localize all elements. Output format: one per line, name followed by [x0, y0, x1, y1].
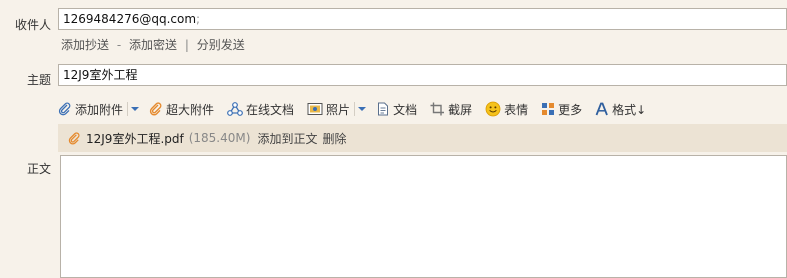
add-to-body-link[interactable]: 添加到正文 — [257, 130, 317, 147]
smiley-icon — [485, 101, 501, 117]
screenshot-button[interactable]: 截屏 — [430, 101, 472, 118]
recipient-address[interactable]: 1269484276@qq.com — [63, 12, 196, 26]
paperclip-orange-icon — [149, 102, 162, 116]
crop-icon — [430, 102, 445, 116]
attachment-dropdown-button[interactable] — [127, 102, 140, 116]
compose-toolbar: 添加附件 超大附件 在线文档 照片 文档 截屏 表情 更多 格式↓ — [58, 99, 646, 119]
large-attachment-label: 超大附件 — [166, 102, 215, 117]
subject-label: 主题 — [26, 73, 51, 87]
photo-icon — [307, 103, 323, 115]
more-button[interactable]: 更多 — [541, 101, 582, 118]
attachment-item: 12J9室外工程.pdf (185.40M) 添加到正文 删除 — [58, 124, 787, 152]
large-attachment-button[interactable]: 超大附件 — [149, 101, 214, 118]
recipient-separator: ; — [196, 12, 201, 26]
subject-value[interactable]: 12J9室外工程 — [63, 68, 137, 82]
add-attachment-label: 添加附件 — [75, 102, 124, 117]
subject-field[interactable]: 12J9室外工程 — [58, 64, 787, 86]
font-format-icon — [595, 102, 608, 116]
link-pipe-separator: | — [184, 38, 189, 52]
emoji-label: 表情 — [504, 102, 529, 117]
recipients-field[interactable]: 1269484276@qq.com; — [58, 8, 787, 30]
photo-button[interactable]: 照片 — [307, 101, 350, 118]
document-label: 文档 — [393, 102, 418, 117]
document-button[interactable]: 文档 — [376, 101, 417, 118]
link-dash-separator: - — [116, 38, 122, 52]
add-attachment-button[interactable]: 添加附件 — [58, 101, 123, 118]
grid-icon — [542, 103, 555, 115]
add-cc-link[interactable]: 添加抄送 — [61, 38, 109, 52]
format-label: 格式↓ — [612, 102, 647, 117]
compose-page: 收件人 1269484276@qq.com; 添加抄送 - 添加密送 | 分别发… — [0, 0, 787, 278]
chevron-down-icon — [358, 107, 367, 111]
format-button[interactable]: 格式↓ — [595, 101, 646, 118]
more-label: 更多 — [558, 102, 583, 117]
paperclip-icon — [58, 102, 71, 116]
add-bcc-link[interactable]: 添加密送 — [129, 38, 177, 52]
body-label: 正文 — [26, 162, 51, 176]
document-icon — [378, 102, 389, 116]
send-separately-link[interactable]: 分别发送 — [197, 38, 245, 52]
photo-label: 照片 — [326, 102, 351, 117]
chevron-down-icon — [131, 107, 140, 111]
recipient-options: 添加抄送 - 添加密送 | 分别发送 — [61, 36, 245, 53]
screenshot-label: 截屏 — [448, 102, 473, 117]
attachment-filename: 12J9室外工程.pdf — [86, 131, 184, 146]
online-doc-button[interactable]: 在线文档 — [227, 101, 294, 118]
online-doc-label: 在线文档 — [246, 102, 295, 117]
delete-attachment-link[interactable]: 删除 — [322, 130, 346, 147]
body-editor[interactable] — [60, 155, 787, 278]
paperclip-orange-icon — [68, 131, 80, 144]
recipients-label: 收件人 — [14, 18, 51, 32]
attachment-size: (185.40M) — [188, 131, 251, 145]
photo-dropdown-button[interactable] — [354, 102, 367, 116]
emoji-button[interactable]: 表情 — [485, 101, 528, 118]
share-nodes-icon — [227, 102, 243, 116]
